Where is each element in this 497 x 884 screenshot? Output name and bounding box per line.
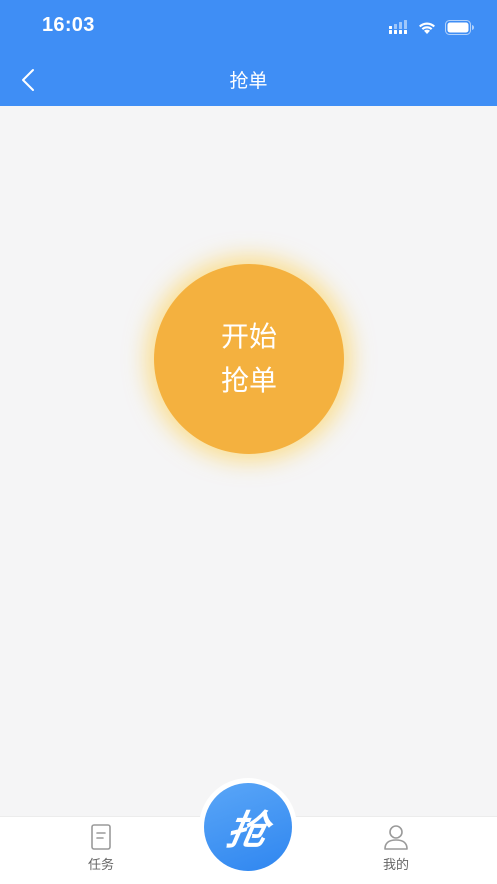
battery-icon [445, 19, 474, 35]
grab-button-line1: 开始 [220, 320, 277, 353]
header: 16:03 抢单 [0, 0, 497, 106]
grab-button-line2: 抢单 [220, 364, 277, 397]
start-grab-order-button[interactable]: 开始 抢单 [154, 264, 344, 454]
nav-bar: 抢单 [0, 54, 497, 106]
tab-grab-center-button[interactable]: 抢 [204, 783, 292, 871]
center-tab-wrapper: 抢 [199, 778, 297, 876]
tab-tasks-label: 任务 [87, 858, 114, 873]
cellular-signal-icon [389, 20, 407, 34]
tab-tasks[interactable]: 任务 [51, 817, 151, 884]
grab-center-label: 抢 [223, 808, 272, 854]
status-time: 16:03 [42, 14, 95, 36]
status-bar: 16:03 [0, 0, 497, 54]
page-title: 抢单 [229, 70, 268, 92]
document-icon [91, 824, 111, 850]
tab-mine-label: 我的 [382, 858, 409, 873]
status-icons [389, 17, 475, 37]
main-content: 开始 抢单 [0, 106, 497, 816]
user-icon [384, 825, 408, 850]
wifi-icon [419, 22, 435, 34]
tab-mine[interactable]: 我的 [346, 817, 446, 884]
